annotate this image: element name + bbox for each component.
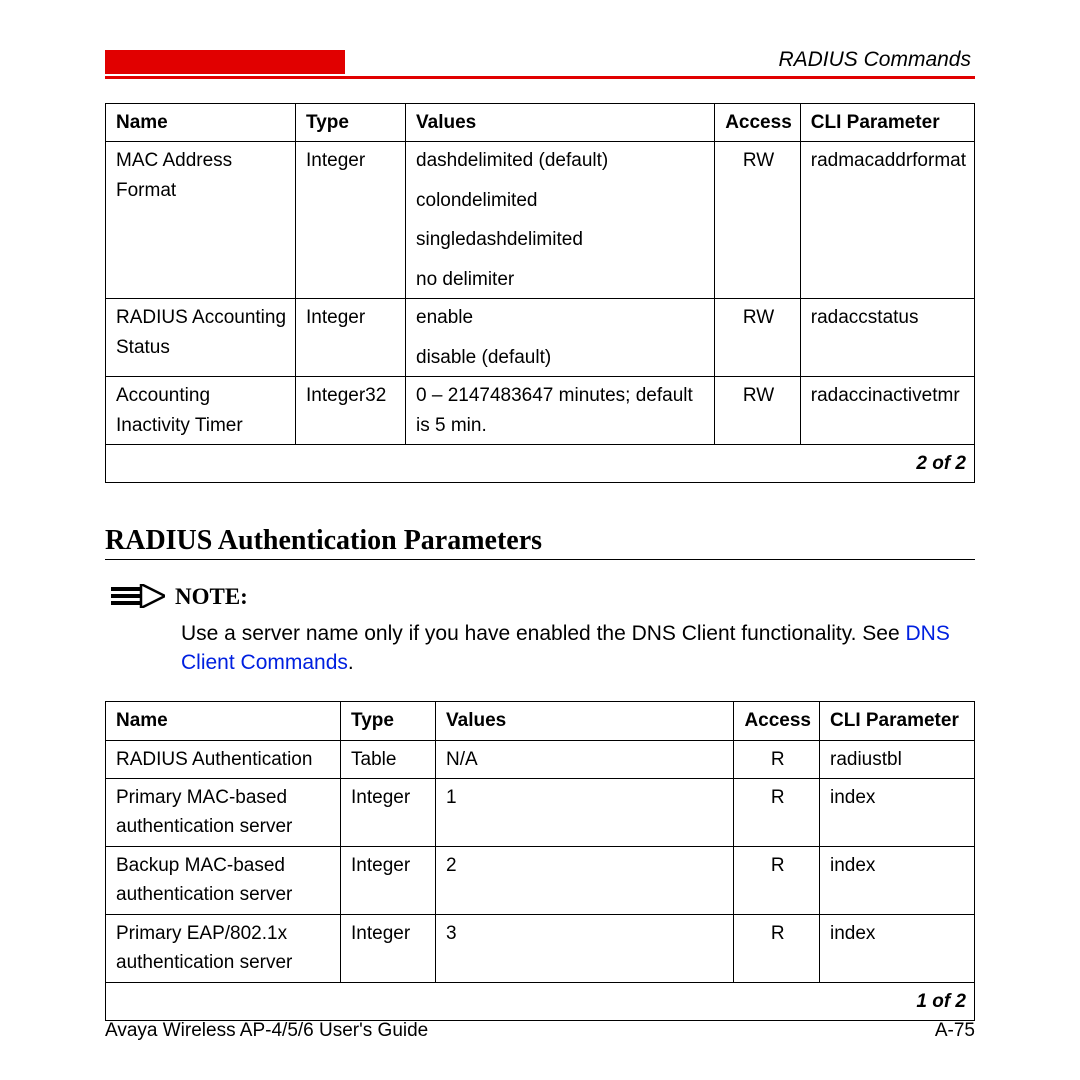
cell-cli: index: [820, 846, 975, 914]
col-type: Type: [341, 702, 436, 740]
table-row: RADIUS Authentication Table N/A R radius…: [106, 740, 975, 778]
cell-type: Table: [341, 740, 436, 778]
col-values: Values: [436, 702, 734, 740]
table-header-row: Name Type Values Access CLI Parameter: [106, 702, 975, 740]
header-section-title: RADIUS Commands: [345, 48, 975, 74]
table-row: Backup MAC-based authentication server I…: [106, 846, 975, 914]
col-access: Access: [715, 104, 801, 142]
header-accent-bar: [105, 50, 345, 74]
cell-values: 1: [436, 778, 734, 846]
section-heading: RADIUS Authentication Parameters: [105, 525, 975, 557]
col-access: Access: [734, 702, 820, 740]
table-row: RADIUS Accounting Status Integer enable …: [106, 299, 975, 377]
table-row: Accounting Inactivity Timer Integer32 0 …: [106, 377, 975, 445]
note-block: NOTE:: [111, 584, 975, 610]
radius-params-table: Name Type Values Access CLI Parameter MA…: [105, 103, 975, 483]
note-label: NOTE:: [175, 584, 248, 610]
cell-type: Integer: [341, 778, 436, 846]
footer-guide-title: Avaya Wireless AP-4/5/6 User's Guide: [105, 1020, 428, 1042]
cell-access: RW: [715, 377, 801, 445]
cell-values: 0 – 2147483647 minutes; default is 5 min…: [406, 377, 715, 445]
table-pager: 2 of 2: [106, 444, 975, 482]
cell-cli: index: [820, 778, 975, 846]
cell-name: Primary EAP/802.1x authentication server: [106, 914, 341, 982]
cell-values: dashdelimited (default) colondelimited s…: [406, 142, 715, 299]
cell-values: N/A: [436, 740, 734, 778]
note-arrow-icon: [111, 584, 165, 608]
cell-values: 3: [436, 914, 734, 982]
cell-type: Integer: [341, 846, 436, 914]
cell-access: R: [734, 846, 820, 914]
cell-name: RADIUS Authentication: [106, 740, 341, 778]
page-footer: Avaya Wireless AP-4/5/6 User's Guide A-7…: [105, 1020, 975, 1042]
cell-type: Integer: [341, 914, 436, 982]
col-cli: CLI Parameter: [800, 104, 974, 142]
col-values: Values: [406, 104, 715, 142]
cell-cli: radaccstatus: [800, 299, 974, 377]
table-pager-row: 2 of 2: [106, 444, 975, 482]
table-pager: 1 of 2: [106, 982, 975, 1020]
table-row: Primary EAP/802.1x authentication server…: [106, 914, 975, 982]
table-header-row: Name Type Values Access CLI Parameter: [106, 104, 975, 142]
table-row: MAC Address Format Integer dashdelimited…: [106, 142, 975, 299]
radius-auth-params-table: Name Type Values Access CLI Parameter RA…: [105, 701, 975, 1021]
col-type: Type: [296, 104, 406, 142]
page-header: RADIUS Commands: [105, 48, 975, 79]
cell-cli: radmacaddrformat: [800, 142, 974, 299]
cell-access: R: [734, 740, 820, 778]
cell-cli: radaccinactivetmr: [800, 377, 974, 445]
col-cli: CLI Parameter: [820, 702, 975, 740]
cell-name: Backup MAC-based authentication server: [106, 846, 341, 914]
col-name: Name: [106, 104, 296, 142]
cell-name: Accounting Inactivity Timer: [106, 377, 296, 445]
cell-access: RW: [715, 142, 801, 299]
cell-access: R: [734, 914, 820, 982]
cell-type: Integer: [296, 142, 406, 299]
cell-cli: radiustbl: [820, 740, 975, 778]
cell-cli: index: [820, 914, 975, 982]
col-name: Name: [106, 702, 341, 740]
footer-page-number: A-75: [935, 1020, 975, 1042]
cell-values: 2: [436, 846, 734, 914]
table-row: Primary MAC-based authentication server …: [106, 778, 975, 846]
cell-type: Integer: [296, 299, 406, 377]
cell-type: Integer32: [296, 377, 406, 445]
cell-name: MAC Address Format: [106, 142, 296, 299]
cell-access: RW: [715, 299, 801, 377]
note-text: Use a server name only if you have enabl…: [181, 620, 975, 677]
section-rule: [105, 559, 975, 560]
table-pager-row: 1 of 2: [106, 982, 975, 1020]
cell-values: enable disable (default): [406, 299, 715, 377]
cell-name: RADIUS Accounting Status: [106, 299, 296, 377]
cell-access: R: [734, 778, 820, 846]
cell-name: Primary MAC-based authentication server: [106, 778, 341, 846]
